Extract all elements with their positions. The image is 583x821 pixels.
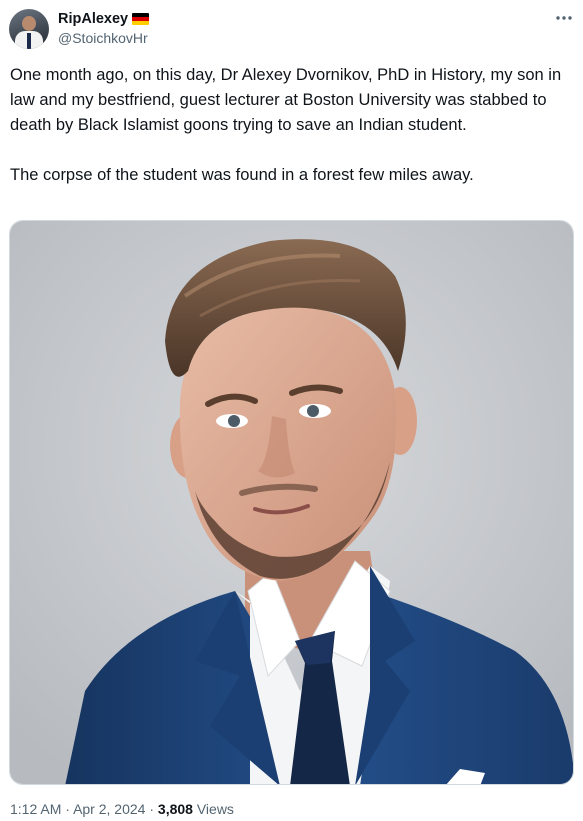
- views-count: 3,808: [157, 801, 193, 817]
- author-name-row: RipAlexey: [58, 10, 150, 28]
- views-label: Views: [196, 801, 234, 817]
- tweet-text: One month ago, on this day, Dr Alexey Dv…: [10, 63, 575, 188]
- author-handle[interactable]: @StoichkovHr: [58, 30, 148, 47]
- user-avatar-icon[interactable]: [9, 9, 49, 49]
- meta-separator: ·: [149, 801, 155, 817]
- portrait-illustration: [10, 221, 573, 784]
- tweet: RipAlexey @StoichkovHr One month ago, on…: [0, 0, 583, 821]
- meta-separator: ·: [65, 801, 70, 817]
- tweet-meta: 1:12 AM · Apr 2, 2024 · 3,808 Views: [10, 801, 234, 818]
- tweet-paragraph: One month ago, on this day, Dr Alexey Dv…: [10, 66, 562, 134]
- germany-flag-icon: [132, 13, 150, 25]
- tweet-time-link[interactable]: 1:12 AM: [10, 801, 61, 817]
- author-display-name[interactable]: RipAlexey: [58, 10, 128, 28]
- tweet-photo[interactable]: [9, 220, 574, 785]
- more-options-icon[interactable]: [550, 8, 578, 28]
- tweet-date-link[interactable]: Apr 2, 2024: [73, 801, 145, 817]
- tweet-paragraph: The corpse of the student was found in a…: [10, 166, 474, 184]
